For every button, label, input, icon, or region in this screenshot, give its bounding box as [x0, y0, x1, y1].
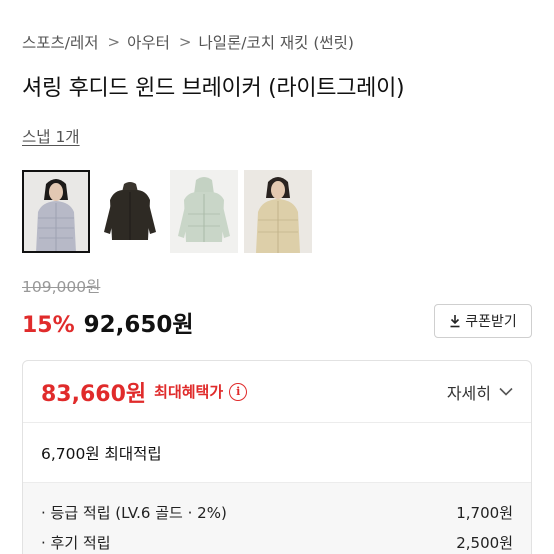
point-label: · 후기 적립	[41, 533, 111, 552]
price-row: 15% 92,650원	[22, 305, 194, 339]
sale-price: 92,650원	[83, 312, 194, 338]
point-label: · 등급 적립 (LV.6 골드 · 2%)	[41, 503, 227, 522]
black-jacket-image	[96, 170, 164, 253]
product-title: 셔링 후디드 윈드 브레이커 (라이트그레이)	[22, 76, 405, 101]
point-row-grade: · 등급 적립 (LV.6 골드 · 2%) 1,700원	[41, 497, 513, 527]
model-lightgray-jacket-image	[22, 170, 90, 253]
thumbnail-black[interactable]	[96, 170, 164, 253]
benefit-box: 83,660원 최대혜택가 i 자세히 6,700원 최대적립 · 등급 적립 …	[22, 360, 532, 554]
thumbnail-mint[interactable]	[170, 170, 238, 253]
benefit-header: 83,660원 최대혜택가 i 자세히	[23, 361, 531, 423]
breadcrumb-item-sports[interactable]: 스포츠/레저	[22, 31, 99, 53]
breadcrumb-separator: >	[178, 33, 192, 51]
point-value: 2,500원	[456, 533, 513, 552]
max-benefit-price: 83,660원	[41, 381, 147, 407]
brand-link[interactable]: 스냅 1개	[22, 125, 80, 147]
breadcrumb-item-outer[interactable]: 아우터	[127, 31, 170, 53]
detail-toggle[interactable]: 자세히	[447, 380, 513, 404]
discount-rate: 15%	[22, 313, 75, 338]
thumbnail-lightgray[interactable]	[22, 170, 90, 253]
max-benefit-label: 최대혜택가	[154, 383, 224, 401]
point-row-review: · 후기 적립 2,500원	[41, 527, 513, 554]
coupon-button[interactable]: 쿠폰받기	[434, 304, 532, 338]
detail-toggle-label: 자세히	[446, 383, 491, 403]
thumbnail-beige[interactable]	[244, 170, 312, 253]
chevron-down-icon	[499, 387, 513, 396]
color-thumbnails	[22, 170, 312, 253]
breadcrumb-item-jacket[interactable]: 나일론/코치 재킷 (썬릿)	[198, 31, 354, 53]
mint-jacket-image	[170, 170, 238, 253]
max-points: 6,700원 최대적립	[23, 423, 531, 483]
info-icon[interactable]: i	[229, 382, 248, 401]
model-beige-jacket-image	[244, 170, 312, 253]
point-value: 1,700원	[456, 503, 513, 522]
points-list: · 등급 적립 (LV.6 골드 · 2%) 1,700원 · 후기 적립 2,…	[23, 483, 531, 554]
download-icon	[450, 315, 460, 328]
coupon-button-label: 쿠폰받기	[465, 314, 517, 330]
original-price: 109,000원	[22, 278, 101, 296]
breadcrumb: 스포츠/레저 > 아우터 > 나일론/코치 재킷 (썬릿)	[22, 30, 354, 54]
breadcrumb-separator: >	[107, 33, 121, 51]
